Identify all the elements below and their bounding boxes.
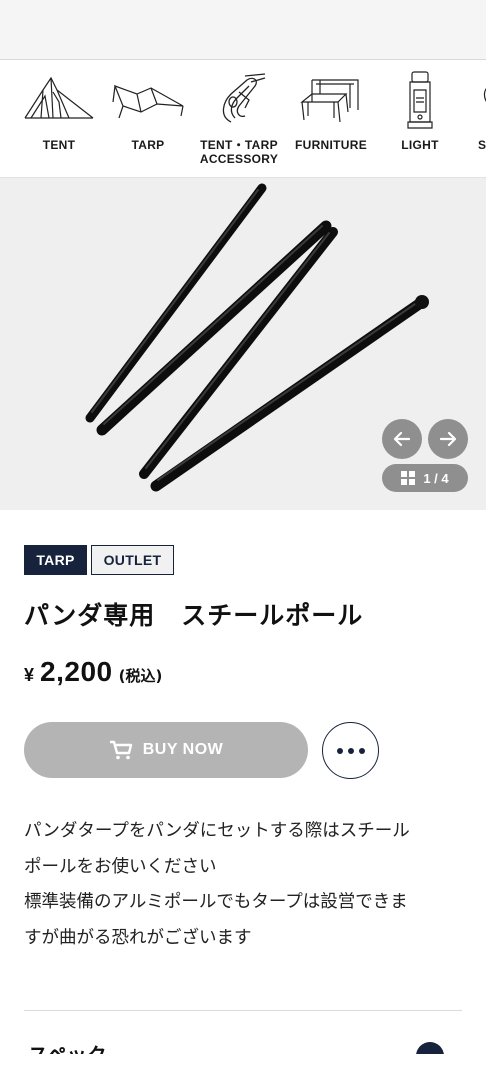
price-tax-note: (税込) (118, 667, 163, 685)
category-tent[interactable]: TENT (22, 60, 96, 177)
lantern-icon (407, 71, 433, 129)
tag-outlet[interactable]: OUTLET (91, 545, 174, 575)
more-icon (336, 747, 343, 754)
product-description: パンダタープをパンダにセットする際はスチール ポールをお使いください 標準装備の… (24, 814, 474, 956)
product-image (85, 183, 429, 492)
tag-tarp[interactable]: TARP (24, 545, 87, 575)
category-label: LIGHT (401, 138, 439, 152)
category-light[interactable]: LIGHT (384, 60, 456, 177)
category-partial[interactable]: S (470, 60, 486, 177)
category-label: S (478, 138, 486, 152)
price-amount: 2,200 (40, 656, 113, 687)
buy-now-button[interactable]: BUY NOW (24, 722, 308, 778)
grid-icon (401, 471, 416, 485)
description-line: 標準装備のアルミポールでもタープは設営できま (24, 892, 408, 912)
partial-icon (483, 88, 486, 102)
product-title: パンダ専用 スチールポール (24, 601, 364, 630)
category-label: TARP (131, 138, 165, 152)
category-tarp[interactable]: TARP (110, 60, 186, 177)
product-price: ¥ 2,200 (税込) (24, 656, 162, 688)
more-icon (347, 747, 354, 754)
more-icon (358, 747, 365, 754)
carabiner-icon (222, 73, 266, 123)
description-line: パンダタープをパンダにセットする際はスチール (24, 821, 410, 841)
arrow-left-icon (393, 431, 411, 447)
description-line: すが曲がる恐れがございます (24, 927, 252, 948)
more-options-button[interactable] (322, 722, 379, 779)
product-image-gallery[interactable] (0, 178, 486, 510)
bottom-spacer (0, 1054, 486, 1080)
category-furniture[interactable]: FURNITURE (292, 60, 370, 177)
cart-icon (109, 740, 132, 760)
description-line: ポールをお使いください (24, 856, 217, 877)
arrow-right-icon (439, 431, 457, 447)
gallery-counter-button[interactable]: 1 / 4 (382, 464, 468, 492)
gallery-prev-button[interactable] (382, 419, 422, 459)
table-icon (300, 79, 359, 123)
category-label: TENT (42, 138, 76, 152)
category-tent-tarp-accessory[interactable]: TENT・TARP ACCESSORY (198, 60, 280, 177)
top-header-bar (0, 0, 486, 60)
tent-icon (24, 76, 94, 119)
buy-now-label: BUY NOW (142, 741, 224, 758)
price-currency: ¥ (24, 665, 35, 685)
category-label: FURNITURE (294, 138, 368, 152)
gallery-counter-text: 1 / 4 (423, 470, 449, 486)
section-heading-partial[interactable]: スペック (28, 1042, 107, 1054)
category-label: TENT・TARP ACCESSORY (199, 138, 279, 166)
category-nav: TENT TARP TENT・TARP ACCESSORY FURNITURE … (0, 60, 486, 178)
gallery-next-button[interactable] (428, 419, 468, 459)
section-divider (24, 1010, 462, 1011)
tarp-icon (112, 84, 184, 119)
